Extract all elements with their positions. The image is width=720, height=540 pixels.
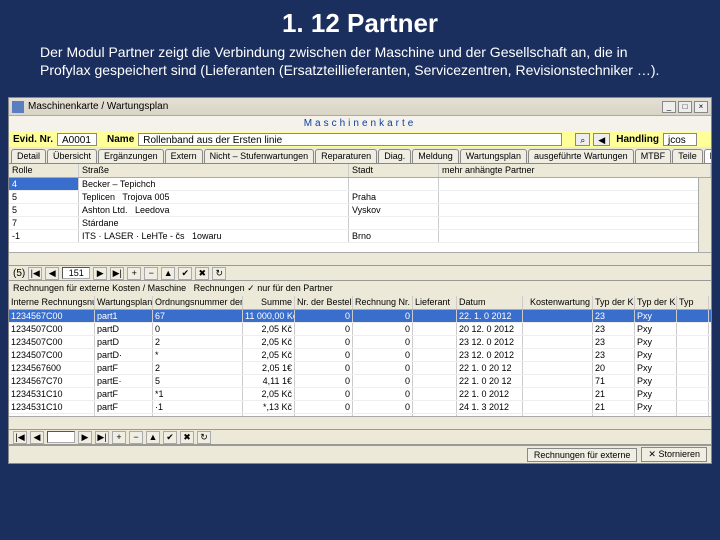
nav-index-field[interactable]: 151 bbox=[62, 267, 90, 279]
partner-row[interactable]: 5Teplicen Trojova 005Praha bbox=[9, 191, 711, 204]
nav2-add[interactable]: + bbox=[112, 431, 126, 444]
tab-nicht-stufenwartungen[interactable]: Nicht – Stufenwartungen bbox=[204, 149, 315, 163]
col-bestell[interactable]: Nr. der Bestellung bbox=[295, 296, 353, 309]
invoice-row[interactable]: 1234507C00partD02,05 Kč0020 12. 0 201223… bbox=[9, 323, 711, 336]
invoice-row[interactable]: 1234567C00part16711 000,00 Kč0022. 1. 0 … bbox=[9, 310, 711, 323]
nav-first[interactable]: |◀ bbox=[28, 267, 42, 280]
nav2-next[interactable]: ▶ bbox=[78, 431, 92, 444]
nav2-refresh[interactable]: ↻ bbox=[197, 431, 211, 444]
invoice-table: Interne Rechnungsnummer Wartungsplan Ord… bbox=[9, 296, 711, 416]
nav2-edit[interactable]: ▲ bbox=[146, 431, 160, 444]
nav2-first[interactable]: |◀ bbox=[13, 431, 27, 444]
info-bar: Evid. Nr. A0001 Name Rollenband aus der … bbox=[9, 131, 711, 147]
tab-erg-nzungen[interactable]: Ergänzungen bbox=[98, 149, 164, 163]
partner-row[interactable]: 5Ashton Ltd. LeedovaVyskov bbox=[9, 204, 711, 217]
nav2-prev[interactable]: ◀ bbox=[30, 431, 44, 444]
app-icon bbox=[12, 101, 24, 113]
nav-edit[interactable]: ▲ bbox=[161, 267, 175, 280]
tab-diag-[interactable]: Diag. bbox=[378, 149, 411, 163]
horizontal-scrollbar[interactable] bbox=[9, 252, 711, 265]
nav-cancel[interactable]: ✖ bbox=[195, 267, 209, 280]
window-subtitle: Maschinenkarte bbox=[9, 116, 711, 131]
partner-row[interactable]: -1ITS · LASER · LeHTe - čs 1owaruBrno bbox=[9, 230, 711, 243]
row-count: (5) bbox=[13, 268, 25, 279]
tab-detail[interactable]: Detail bbox=[11, 149, 46, 163]
nav2-cancel[interactable]: ✖ bbox=[180, 431, 194, 444]
col-lieferant[interactable]: Lieferant bbox=[413, 296, 457, 309]
search-button[interactable]: ⌕ bbox=[575, 133, 590, 146]
tab-partner[interactable]: Partner bbox=[704, 149, 711, 163]
slide-title: 1. 12 Partner bbox=[0, 0, 720, 43]
handling-field[interactable]: jcos bbox=[663, 133, 697, 146]
partner-table-header: Rolle Straße Stadt mehr anhängte Partner bbox=[9, 164, 711, 178]
col-strasse[interactable]: Straße bbox=[79, 164, 349, 177]
invoice-table-header: Interne Rechnungsnummer Wartungsplan Ord… bbox=[9, 296, 711, 310]
vertical-scrollbar[interactable] bbox=[698, 178, 711, 252]
tab-wartungsplan[interactable]: Wartungsplan bbox=[460, 149, 527, 163]
nav2-remove[interactable]: − bbox=[129, 431, 143, 444]
tab--bersicht[interactable]: Übersicht bbox=[47, 149, 97, 163]
col-typk1[interactable]: Typ der K. bbox=[593, 296, 635, 309]
invoice-row[interactable]: 1234531C10partF·1*,13 Kč0024 1. 3 201221… bbox=[9, 401, 711, 414]
evid-label: Evid. Nr. bbox=[13, 134, 53, 145]
name-field[interactable]: Rollenband aus der Ersten linie bbox=[138, 133, 562, 146]
tab-extern[interactable]: Extern bbox=[165, 149, 203, 163]
nav2-last[interactable]: ▶| bbox=[95, 431, 109, 444]
col-typk2[interactable]: Typ der K. bbox=[635, 296, 677, 309]
invoice-row[interactable]: 1234507C00partD22,05 Kč0023 12. 0 201223… bbox=[9, 336, 711, 349]
partner-row[interactable]: 4Becker – Tepichch bbox=[9, 178, 711, 191]
col-order[interactable]: Ordnungsnummer der Wartung bbox=[153, 296, 243, 309]
nav-toolbar-2: |◀ ◀ ▶ ▶| + − ▲ ✔ ✖ ↻ bbox=[9, 429, 711, 445]
partner-table: Rolle Straße Stadt mehr anhängte Partner… bbox=[9, 164, 711, 252]
window-title: Maschinenkarte / Wartungsplan bbox=[28, 101, 168, 112]
maximize-button[interactable]: □ bbox=[678, 101, 692, 113]
footer: Rechnungen für externe ✕ Stornieren bbox=[9, 445, 711, 463]
col-note[interactable]: mehr anhängte Partner bbox=[439, 164, 711, 177]
evid-field[interactable]: A0001 bbox=[57, 133, 97, 146]
col-typk3[interactable]: Typ bbox=[677, 296, 709, 309]
handling-label: Handling bbox=[616, 134, 659, 145]
col-kosten[interactable]: Kostenwartung bbox=[523, 296, 593, 309]
name-label: Name bbox=[107, 134, 134, 145]
nav-prev[interactable]: ◀ bbox=[45, 267, 59, 280]
invoice-row[interactable]: 1234567680partD52,05 Kč0023 12. 0 201223… bbox=[9, 414, 711, 416]
col-wplan[interactable]: Wartungsplan bbox=[95, 296, 153, 309]
tab-strip: DetailÜbersichtErgänzungenExternNicht – … bbox=[9, 147, 711, 164]
tab-teile[interactable]: Teile bbox=[672, 149, 703, 163]
col-sum[interactable]: Summe bbox=[243, 296, 295, 309]
nav2-confirm[interactable]: ✔ bbox=[163, 431, 177, 444]
invoice-row[interactable]: 1234567600partF22,05 1€0022 1. 0 20 1220… bbox=[9, 362, 711, 375]
col-invoice[interactable]: Interne Rechnungsnummer bbox=[9, 296, 95, 309]
partner-row[interactable]: 7Stárdane bbox=[9, 217, 711, 230]
titlebar: Maschinenkarte / Wartungsplan _ □ × bbox=[9, 98, 711, 116]
invoice-row[interactable]: 1234567C70partE·54,11 1€0022 1. 0 20 127… bbox=[9, 375, 711, 388]
nav-last[interactable]: ▶| bbox=[110, 267, 124, 280]
tab-meldung[interactable]: Meldung bbox=[412, 149, 459, 163]
col-rechnung[interactable]: Rechnung Nr. bbox=[353, 296, 413, 309]
app-window: Maschinenkarte / Wartungsplan _ □ × Masc… bbox=[8, 97, 712, 464]
nav-remove[interactable]: − bbox=[144, 267, 158, 280]
nav2-index-field[interactable] bbox=[47, 431, 75, 443]
invoice-row[interactable]: 1234531C10partF*12,05 Kč0022 1. 0 201221… bbox=[9, 388, 711, 401]
slide-description: Der Modul Partner zeigt die Verbindung z… bbox=[0, 43, 720, 89]
col-stadt[interactable]: Stadt bbox=[349, 164, 439, 177]
nav-add[interactable]: + bbox=[127, 267, 141, 280]
col-rolle[interactable]: Rolle bbox=[9, 164, 79, 177]
tab-reparaturen[interactable]: Reparaturen bbox=[315, 149, 377, 163]
minimize-button[interactable]: _ bbox=[662, 101, 676, 113]
nav-refresh[interactable]: ↻ bbox=[212, 267, 226, 280]
tab-mtbf[interactable]: MTBF bbox=[635, 149, 672, 163]
back-button[interactable]: ◀ bbox=[593, 133, 610, 146]
footer-cancel-button[interactable]: ✕ Stornieren bbox=[641, 447, 707, 462]
nav-toolbar: (5) |◀ ◀ 151 ▶ ▶| + − ▲ ✔ ✖ ↻ bbox=[9, 265, 711, 281]
close-button[interactable]: × bbox=[694, 101, 708, 113]
invoice-row[interactable]: 1234507C00partD·*2,05 Kč0023 12. 0 20122… bbox=[9, 349, 711, 362]
nav-next[interactable]: ▶ bbox=[93, 267, 107, 280]
nav-confirm[interactable]: ✔ bbox=[178, 267, 192, 280]
col-datum[interactable]: Datum bbox=[457, 296, 523, 309]
section-label: Rechnungen für externe Kosten / Maschine… bbox=[9, 281, 711, 296]
tab-ausgef-hrte-wartungen[interactable]: ausgeführte Wartungen bbox=[528, 149, 634, 163]
footer-invoice-button[interactable]: Rechnungen für externe bbox=[527, 448, 638, 462]
invoice-scrollbar[interactable] bbox=[9, 416, 711, 429]
